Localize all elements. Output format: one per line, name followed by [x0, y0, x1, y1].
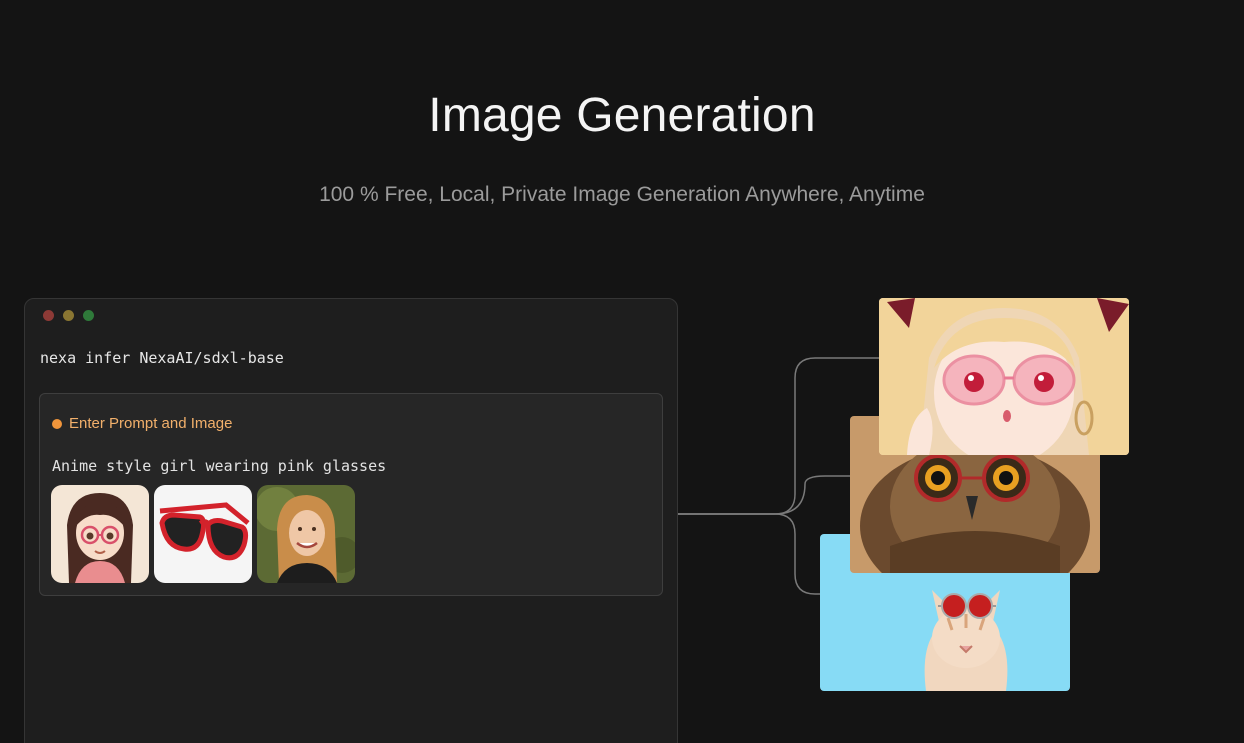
anime-girl-pink-glasses-icon: [879, 298, 1129, 455]
output-image-anime-girl[interactable]: [879, 298, 1129, 455]
